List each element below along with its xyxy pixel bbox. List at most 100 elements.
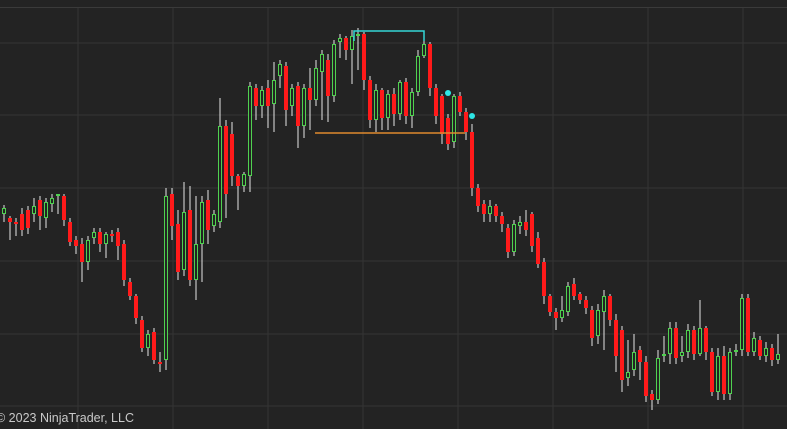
candle-body — [416, 56, 420, 92]
candle-body — [518, 222, 522, 226]
candle-body — [350, 36, 354, 50]
up-candle — [164, 188, 168, 370]
candle-body — [380, 90, 384, 118]
candle-body — [314, 68, 318, 100]
signal-dot — [445, 90, 451, 96]
up-candle — [512, 220, 516, 256]
candle-body — [344, 38, 348, 50]
chart-canvas: © 2023 NinjaTrader, LLC — [0, 0, 787, 429]
candle-body — [770, 348, 774, 360]
candle-body — [68, 222, 72, 242]
candle-body — [236, 176, 240, 186]
candle-body — [62, 196, 66, 220]
candle-body — [32, 206, 36, 214]
candle-body — [566, 286, 570, 312]
candle-body — [692, 330, 696, 354]
candle-body — [110, 234, 114, 236]
up-candle — [728, 348, 732, 400]
candle-body — [170, 194, 174, 226]
candle-body — [56, 194, 60, 196]
candle-body — [734, 350, 738, 352]
candle-body — [512, 224, 516, 252]
candle-body — [668, 328, 672, 354]
candle-body — [272, 80, 276, 104]
candle-body — [158, 362, 162, 364]
signal-dot — [469, 113, 475, 119]
candle-body — [266, 88, 270, 106]
candle-body — [554, 312, 558, 318]
candle-body — [506, 228, 510, 252]
candle-body — [428, 44, 432, 88]
candle-body — [188, 210, 192, 280]
candle-body — [200, 202, 204, 244]
candle-body — [326, 60, 330, 96]
candle-body — [590, 310, 594, 338]
candle-body — [614, 320, 618, 356]
candle-body — [128, 282, 132, 296]
candle-body — [80, 244, 84, 262]
candle-body — [470, 132, 474, 188]
candle-body — [560, 310, 564, 318]
candle-body — [278, 64, 282, 76]
candle-body — [752, 338, 756, 352]
candle-body — [2, 208, 6, 214]
candle-body — [50, 198, 54, 204]
candle-body — [458, 96, 462, 112]
candle-body — [686, 330, 690, 352]
candle-body — [572, 284, 576, 296]
candle-body — [122, 244, 126, 280]
candle-body — [74, 240, 78, 246]
candle-body — [728, 352, 732, 394]
candle-body — [704, 328, 708, 352]
down-candle — [140, 316, 144, 352]
candle-body — [440, 96, 444, 134]
chart-background — [0, 0, 787, 429]
candle-body — [446, 118, 450, 144]
candle-body — [38, 200, 42, 216]
candle-body — [8, 218, 12, 222]
candle-body — [194, 244, 198, 280]
candle-body — [578, 294, 582, 300]
candle-body — [164, 196, 168, 360]
candle-body — [290, 88, 294, 106]
up-candle — [452, 94, 456, 148]
candle-body — [146, 334, 150, 348]
candle-body — [482, 204, 486, 214]
candle-body — [776, 354, 780, 360]
up-candle — [332, 40, 336, 102]
candle-body — [140, 320, 144, 348]
candle-body — [722, 356, 726, 394]
candle-body — [596, 310, 600, 336]
candle-body — [536, 238, 540, 264]
candle-body — [746, 298, 750, 352]
candle-body — [602, 296, 606, 312]
candle-body — [656, 358, 660, 400]
down-candle — [470, 124, 474, 196]
down-candle — [530, 212, 534, 252]
down-candle — [746, 294, 750, 356]
candle-body — [464, 112, 468, 132]
candle-body — [524, 222, 528, 230]
down-candle — [68, 218, 72, 246]
candle-body — [206, 200, 210, 230]
up-candle — [566, 282, 570, 316]
candle-body — [20, 214, 24, 230]
candle-body — [134, 296, 138, 318]
candle-body — [530, 214, 534, 246]
candle-body — [542, 262, 546, 296]
candle-body — [218, 126, 222, 222]
candle-body — [260, 90, 264, 106]
up-candle — [740, 294, 744, 356]
down-candle — [122, 240, 126, 286]
candle-body — [716, 356, 720, 392]
candle-body — [650, 394, 654, 400]
candle-body — [422, 44, 426, 56]
candle-body — [176, 224, 180, 272]
candlestick-chart: © 2023 NinjaTrader, LLC — [0, 0, 787, 429]
candle-body — [362, 34, 366, 80]
candle-body — [98, 232, 102, 244]
candle-body — [368, 80, 372, 120]
candle-body — [44, 202, 48, 218]
candle-body — [254, 88, 258, 106]
candle-body — [680, 352, 684, 356]
